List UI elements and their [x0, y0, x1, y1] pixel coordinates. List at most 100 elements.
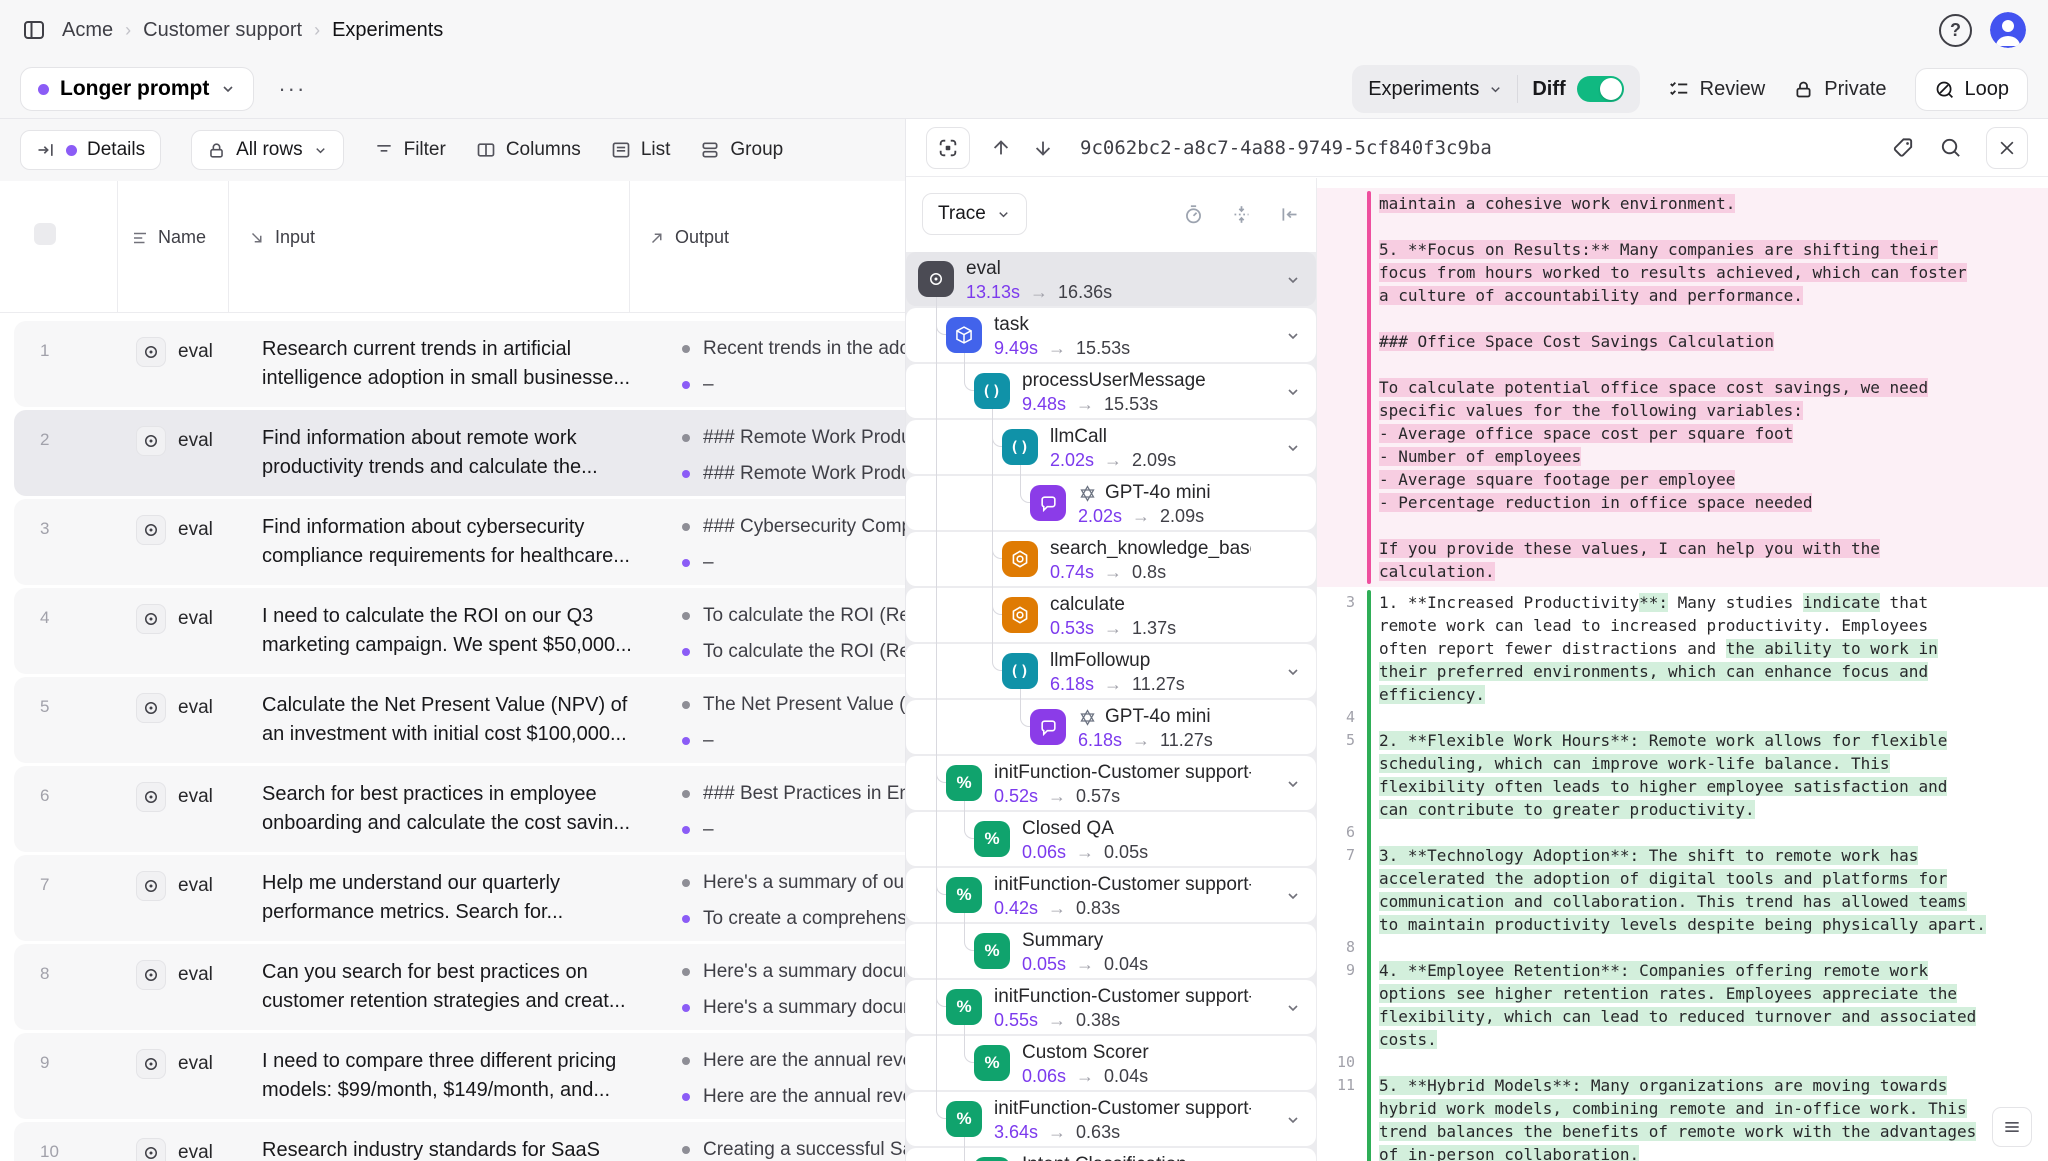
help-icon[interactable]: ? [1939, 14, 1972, 47]
tree-connector [964, 800, 974, 839]
chevron-down-icon[interactable] [1285, 1112, 1301, 1128]
focus-span-icon[interactable] [926, 127, 970, 169]
column-header-name[interactable]: Name [131, 227, 206, 248]
diff-line-removed: To calculate potential office space cost… [1317, 376, 2048, 399]
added-text: accelerated the adoption of digital tool… [1379, 869, 1947, 888]
table-row[interactable]: 3evalFind information about cybersecurit… [14, 499, 905, 585]
input-line: marketing campaign. We spent $50,000... [262, 631, 632, 660]
close-panel-icon[interactable] [1986, 127, 2028, 169]
duration-compare: 0.8s [1132, 562, 1166, 583]
duration-primary: 0.06s [1022, 842, 1066, 863]
output-line: Here are the annual revenu [682, 1079, 905, 1115]
line-number: 3 [1317, 591, 1355, 614]
table-row[interactable]: 8evalCan you search for best practices o… [14, 944, 905, 1030]
line-number: 5 [1317, 729, 1355, 752]
table-row[interactable]: 2evalFind information about remote workp… [14, 410, 905, 496]
tag-icon[interactable] [1892, 136, 1915, 159]
diff-line-removed: - Average square footage per employee [1317, 468, 2048, 491]
trace-node[interactable]: GPT-4o mini2.02s→2.09s [906, 476, 1316, 530]
chevron-down-icon[interactable] [1285, 1000, 1301, 1016]
collapse-left-icon[interactable] [1279, 204, 1300, 225]
row-filter-dropdown[interactable]: All rows [191, 130, 344, 170]
previous-row-icon[interactable] [990, 137, 1012, 159]
row-name: eval [178, 519, 213, 541]
record-icon [136, 1138, 166, 1161]
chevron-down-icon[interactable] [1285, 328, 1301, 344]
unchanged-text: that [1880, 593, 1928, 612]
added-text: communication and collaboration. This tr… [1379, 892, 1967, 911]
arrow-right: → [1048, 1122, 1066, 1143]
select-all-checkbox[interactable] [34, 223, 56, 245]
diff-toggle[interactable] [1577, 76, 1624, 102]
lock-icon [207, 141, 226, 160]
timer-icon[interactable] [1183, 204, 1204, 225]
breadcrumb: Acme › Customer support › Experiments [62, 19, 443, 42]
sidebar-toggle-icon[interactable] [22, 18, 46, 42]
diff-line-added: efficiency. [1317, 683, 2048, 706]
avatar[interactable] [1990, 12, 2026, 48]
collapse-vertical-icon[interactable] [1231, 204, 1252, 225]
raw-view-icon[interactable] [1992, 1107, 2032, 1147]
next-row-icon[interactable] [1032, 137, 1054, 159]
cell-output: ### Remote Work Product### Remote Work P… [682, 420, 905, 492]
table-row[interactable]: 1evalResearch current trends in artifici… [14, 321, 905, 407]
removed-text: - Number of employees [1379, 447, 1581, 466]
score-dot [682, 381, 690, 389]
loop-button[interactable]: Loop [1915, 68, 2029, 111]
trace-node-durations: 0.74s→0.8s [1050, 562, 1166, 583]
chevron-down-icon[interactable] [1285, 440, 1301, 456]
chevron-down-icon[interactable] [1285, 384, 1301, 400]
table-row[interactable]: 9evalI need to compare three different p… [14, 1033, 905, 1119]
column-header-output[interactable]: Output [648, 227, 729, 248]
chevron-down-icon[interactable] [1285, 272, 1301, 288]
details-button[interactable]: Details [20, 130, 161, 170]
diff-toggle-group[interactable]: Diff [1518, 69, 1637, 109]
columns-button[interactable]: Columns [476, 139, 581, 161]
breadcrumb-org[interactable]: Acme [62, 19, 113, 42]
tree-connector [964, 352, 974, 391]
arrow-right: → [1104, 674, 1122, 695]
duration-primary: 0.53s [1050, 618, 1094, 639]
filter-button[interactable]: Filter [374, 139, 446, 161]
output-line: Here are the annual revenu [682, 1043, 905, 1079]
table-row[interactable]: 4evalI need to calculate the ROI on our … [14, 588, 905, 674]
breadcrumb-page[interactable]: Experiments [332, 19, 443, 42]
output-text: ### Best Practices in Empl [703, 783, 905, 805]
chevron-down-icon[interactable] [1285, 664, 1301, 680]
trace-node[interactable]: GPT-4o mini6.18s→11.27s [906, 700, 1316, 754]
row-name: eval [178, 786, 213, 808]
more-menu-button[interactable]: ··· [270, 72, 314, 106]
input-line: performance metrics. Search for... [262, 898, 563, 927]
diff-line-added: remote work can lead to increased produc… [1317, 614, 2048, 637]
breadcrumb-project[interactable]: Customer support [143, 19, 302, 42]
review-button[interactable]: Review [1668, 78, 1766, 101]
trace-node[interactable]: calculate0.53s→1.37s [906, 588, 1316, 642]
trace-node[interactable]: ()llmCall2.02s→2.09s [906, 420, 1316, 474]
table-row[interactable]: 10evalResearch industry standards for Sa… [14, 1122, 905, 1161]
trace-node-label: initFunction-Customer support-C... [994, 874, 1251, 896]
trace-header: 9c062bc2-a8c7-4a88-9749-5cf840f3c9ba [906, 119, 2048, 177]
trace-node-label: Closed QA [1022, 818, 1114, 840]
table-row[interactable]: 6evalSearch for best practices in employ… [14, 766, 905, 852]
filter-label: Filter [404, 139, 446, 161]
cell-name: eval [136, 871, 213, 901]
chevron-down-icon[interactable] [1285, 776, 1301, 792]
table-row[interactable]: 5evalCalculate the Net Present Value (NP… [14, 677, 905, 763]
cell-name: eval [136, 960, 213, 990]
group-button[interactable]: Group [700, 139, 783, 161]
line-number: 9 [1317, 959, 1355, 982]
chevron-down-icon[interactable] [1285, 888, 1301, 904]
table-toolbar: Details All rows Filter Columns List [0, 119, 905, 181]
private-button[interactable]: Private [1793, 78, 1886, 101]
experiment-switcher[interactable]: Longer prompt [20, 67, 254, 111]
column-header-input[interactable]: Input [248, 227, 315, 248]
table-row[interactable]: 7evalHelp me understand our quarterlyper… [14, 855, 905, 941]
input-line: I need to calculate the ROI on our Q3 [262, 602, 632, 631]
view-switcher[interactable]: Experiments [1354, 71, 1517, 108]
search-icon[interactable] [1939, 136, 1962, 159]
list-button[interactable]: List [611, 139, 671, 161]
trace-view-dropdown[interactable]: Trace [922, 193, 1027, 235]
trace-node[interactable]: search_knowledge_base0.74s→0.8s [906, 532, 1316, 586]
trace-node[interactable]: eval13.13s→16.36s [906, 252, 1316, 306]
trace-node[interactable]: ()llmFollowup6.18s→11.27s [906, 644, 1316, 698]
